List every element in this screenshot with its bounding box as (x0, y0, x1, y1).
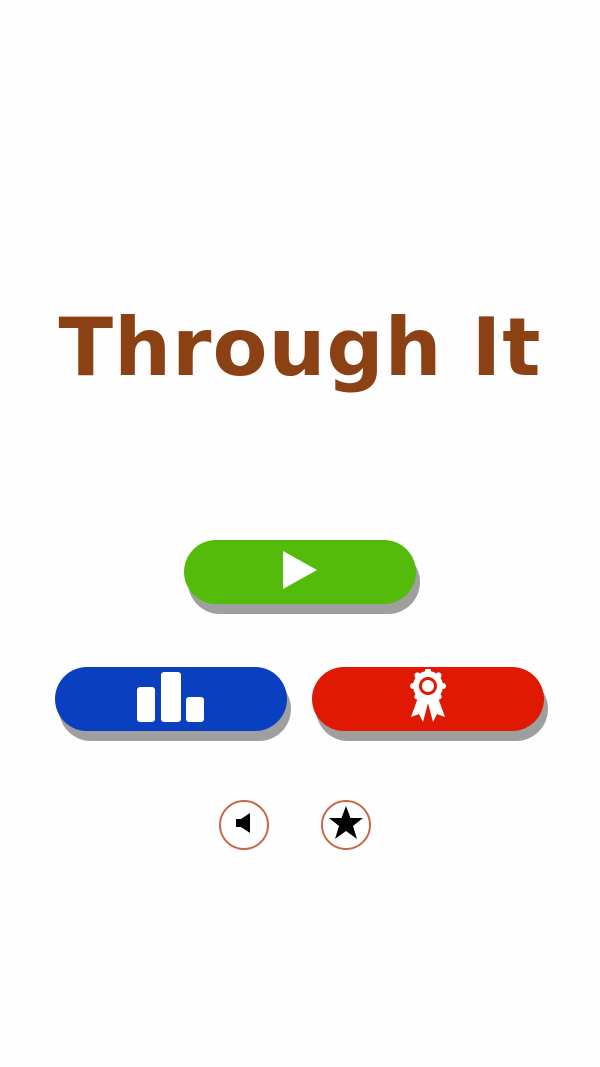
sound-toggle-button[interactable] (219, 800, 269, 850)
speaker-icon (231, 810, 257, 841)
game-title: Through It (58, 301, 542, 394)
bar-chart-icon (137, 671, 205, 727)
main-menu-screen: Through It (0, 0, 600, 1067)
play-button-face (184, 540, 416, 604)
rate-button[interactable] (321, 800, 371, 850)
play-button[interactable] (184, 540, 420, 614)
award-ribbon-icon (408, 667, 448, 730)
achievements-button-face (312, 667, 544, 731)
achievements-button[interactable] (312, 667, 548, 741)
leaderboard-button-face (55, 667, 287, 731)
leaderboard-button[interactable] (55, 667, 291, 741)
star-icon (327, 804, 365, 847)
play-icon (280, 549, 320, 596)
